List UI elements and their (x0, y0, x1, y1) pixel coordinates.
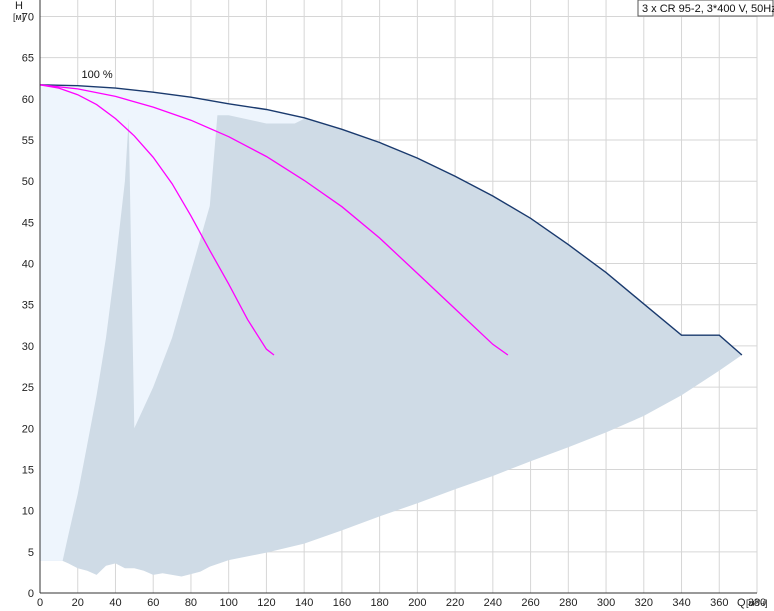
x-tick-label-1: 20 (72, 597, 84, 609)
x-tick-label-17: 340 (672, 597, 690, 609)
x-tick-label-7: 140 (295, 597, 313, 609)
x-tick-label-9: 180 (370, 597, 388, 609)
y-tick-label-11: 55 (22, 135, 34, 147)
x-tick-label-15: 300 (597, 597, 615, 609)
x-tick-label-13: 260 (521, 597, 539, 609)
x-tick-label-14: 280 (559, 597, 577, 609)
y-tick-label-12: 60 (22, 94, 34, 106)
y-tick-label-4: 20 (22, 423, 34, 435)
x-tick-label-4: 80 (185, 597, 197, 609)
x-tick-label-12: 240 (484, 597, 502, 609)
y-axis-unit: [м] (13, 12, 24, 22)
x-tick-label-16: 320 (635, 597, 653, 609)
legend-box: 3 x CR 95-2, 3*400 V, 50Hz (637, 0, 774, 17)
legend-title: 3 x CR 95-2, 3*400 V, 50Hz (642, 3, 774, 15)
x-tick-label-2: 40 (109, 597, 121, 609)
y-tick-label-6: 30 (22, 341, 34, 353)
x-axis-unit: [м³/ч] (746, 598, 767, 608)
x-axis-label: Q (737, 597, 746, 609)
y-tick-label-5: 25 (22, 382, 34, 394)
x-tick-label-5: 100 (220, 597, 238, 609)
y-tick-label-7: 35 (22, 300, 34, 312)
y-tick-label-0: 0 (28, 588, 34, 600)
y-axis-ticks: 0510152025303540455055606570 (22, 11, 34, 600)
x-tick-label-8: 160 (333, 597, 351, 609)
y-tick-label-8: 40 (22, 259, 34, 271)
x-tick-label-11: 220 (446, 597, 464, 609)
curve-annotation-0: 100 % (82, 69, 113, 81)
x-axis-ticks: 0 20 40 60 80 100 120 140 160 180 200 220 240 260 280 3… (37, 597, 766, 609)
y-tick-label-1: 5 (28, 547, 34, 559)
x-tick-label-3: 60 (147, 597, 159, 609)
y-tick-label-2: 10 (22, 506, 34, 518)
pump-curve-chart: 0 20 40 60 80 100 120 140 160 180 200 220 240 260 280 3… (13, 0, 774, 609)
x-tick-label-6: 120 (257, 597, 275, 609)
y-axis-label: H (15, 0, 23, 12)
y-tick-label-10: 50 (22, 176, 34, 188)
y-tick-label-3: 15 (22, 464, 34, 476)
annotations: 100 % (82, 69, 113, 81)
x-tick-label-18: 360 (710, 597, 728, 609)
x-tick-label-0: 0 (37, 597, 43, 609)
x-tick-label-10: 200 (408, 597, 426, 609)
y-tick-label-9: 45 (22, 217, 34, 229)
y-tick-label-13: 65 (22, 53, 34, 65)
